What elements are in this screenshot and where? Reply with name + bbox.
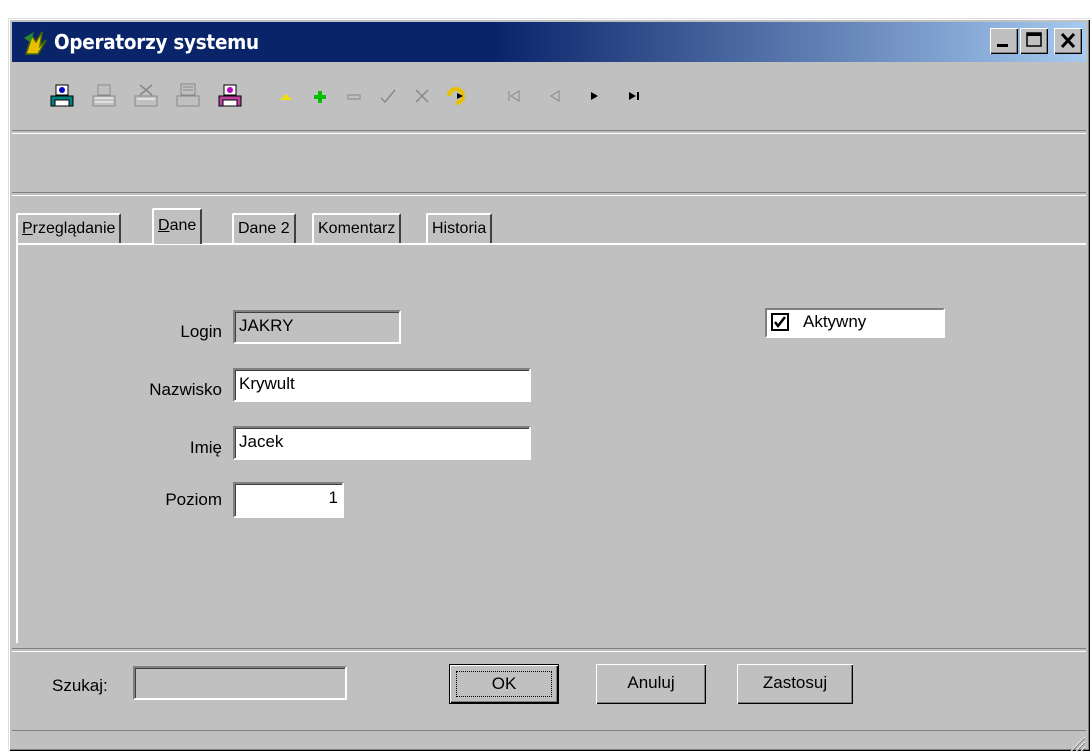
minimize-icon xyxy=(997,44,1008,47)
cancel-button[interactable]: Anuluj xyxy=(596,664,706,704)
toolbar xyxy=(12,66,1086,130)
print-icon xyxy=(50,84,74,107)
window-title: Operatorzy systemu xyxy=(54,30,259,54)
status-bar xyxy=(12,730,1086,752)
last-record-icon xyxy=(629,92,639,100)
first-record-icon xyxy=(508,90,520,102)
login-field[interactable]: JAKRY xyxy=(233,310,401,344)
tab-dane[interactable]: Dane xyxy=(152,208,203,244)
app-window: Operatorzy systemu Przeglądanie Dane Dan… xyxy=(8,18,1090,752)
next-record-icon xyxy=(591,92,598,100)
nazwisko-field[interactable]: Krywult xyxy=(233,368,531,402)
delete-record-icon xyxy=(347,94,361,100)
post-record-button[interactable] xyxy=(372,80,404,112)
search-label: Szukaj: xyxy=(52,676,108,695)
close-button[interactable] xyxy=(1054,28,1082,54)
print-button[interactable] xyxy=(46,80,78,112)
resize-grip-icon[interactable] xyxy=(1068,734,1086,752)
aktywny-checkbox[interactable] xyxy=(771,313,789,331)
ok-button[interactable]: OK xyxy=(449,664,559,704)
prior-record-button[interactable] xyxy=(538,80,570,112)
info-panel xyxy=(12,132,1086,190)
print-setup-icon xyxy=(134,84,158,107)
report-icon xyxy=(176,83,200,107)
tab-dane-2[interactable]: Dane 2 xyxy=(232,213,296,243)
bottom-separator xyxy=(12,648,1086,652)
print-preview-icon xyxy=(92,84,116,107)
imie-label: Imię xyxy=(189,438,222,457)
title-bar[interactable]: Operatorzy systemu xyxy=(12,22,1086,62)
cancel-record-button[interactable] xyxy=(406,80,438,112)
export-icon xyxy=(218,84,242,107)
post-record-icon xyxy=(380,89,396,104)
add-record-button[interactable] xyxy=(304,80,336,112)
tab-historia[interactable]: Historia xyxy=(426,213,493,243)
next-record-button[interactable] xyxy=(578,80,610,112)
arrow-up-icon xyxy=(280,94,292,100)
imie-field[interactable]: Jacek xyxy=(233,426,531,460)
last-record-button[interactable] xyxy=(618,80,650,112)
app-icon xyxy=(24,31,47,55)
apply-button[interactable]: Zastosuj xyxy=(737,664,853,704)
close-icon xyxy=(1060,32,1076,49)
info-separator xyxy=(12,192,1086,196)
login-label: Login xyxy=(180,322,222,341)
prior-record-icon xyxy=(550,90,560,102)
aktywny-label: Aktywny xyxy=(803,312,867,331)
poziom-label: Poziom xyxy=(165,490,222,509)
refresh-icon xyxy=(447,87,465,105)
maximize-button[interactable] xyxy=(1020,28,1048,54)
ok-label: OK xyxy=(456,671,552,697)
first-record-button[interactable] xyxy=(498,80,530,112)
nazwisko-label: Nazwisko xyxy=(149,380,222,399)
move-up-button[interactable] xyxy=(270,80,302,112)
export-button[interactable] xyxy=(214,80,246,112)
tab-przegladanie[interactable]: Przeglądanie xyxy=(16,213,122,243)
print-setup-button[interactable] xyxy=(130,80,162,112)
add-record-icon xyxy=(314,91,326,103)
cancel-record-icon xyxy=(415,89,429,103)
tab-panel-left-edge xyxy=(16,243,18,643)
poziom-field[interactable]: 1 xyxy=(233,482,344,518)
delete-record-button[interactable] xyxy=(338,80,370,112)
checkmark-icon xyxy=(774,316,786,329)
bottom-bar: Szukaj: OK Anuluj Zastosuj xyxy=(12,656,1086,724)
aktywny-checkbox-group[interactable]: Aktywny xyxy=(765,308,945,338)
tab-strip: Przeglądanie Dane Dane 2 Komentarz Histo… xyxy=(16,208,1086,244)
refresh-button[interactable] xyxy=(440,80,472,112)
minimize-button[interactable] xyxy=(990,28,1018,54)
print-preview-button[interactable] xyxy=(88,80,120,112)
tab-komentarz[interactable]: Komentarz xyxy=(312,213,402,243)
search-field[interactable] xyxy=(133,666,347,700)
report-button[interactable] xyxy=(172,80,204,112)
maximize-icon xyxy=(1026,32,1042,47)
